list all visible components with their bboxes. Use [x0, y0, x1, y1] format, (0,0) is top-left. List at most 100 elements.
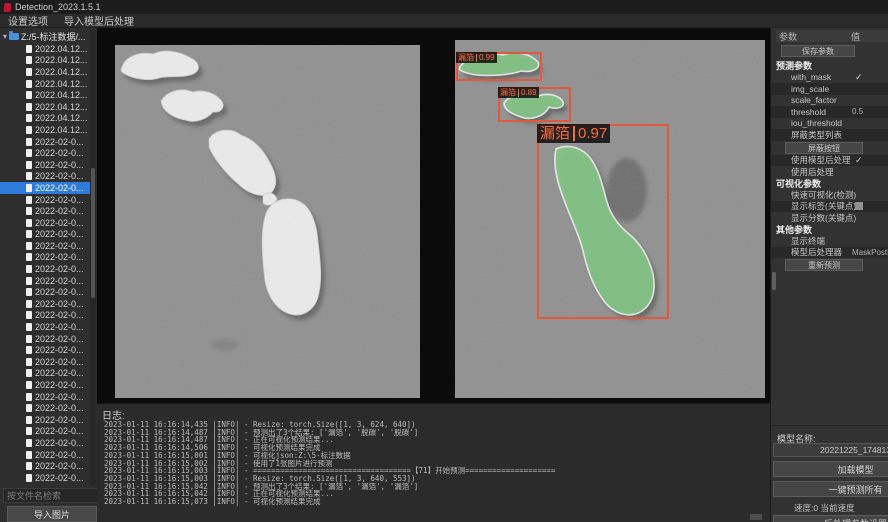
param-row[interactable]: 显示终端: [771, 235, 888, 247]
file-icon: [26, 369, 32, 377]
log-output[interactable]: 2023-01-11 16:16:14,435 |INFO| - Resize:…: [104, 421, 764, 516]
tree-item[interactable]: 2022-02-0...: [0, 217, 90, 229]
tree-item[interactable]: 2022-02-0...: [0, 194, 90, 206]
tree-item[interactable]: 2022-02-0...: [0, 437, 90, 449]
tree-item[interactable]: 2022.04.12...: [0, 55, 90, 67]
checkmark-icon[interactable]: ✓: [855, 156, 863, 165]
repredict-button[interactable]: 重新预测: [785, 259, 863, 271]
search-input[interactable]: [3, 488, 97, 503]
tree-scrollbar-thumb[interactable]: [91, 168, 95, 298]
model-name-field[interactable]: 20221225_174813: [773, 443, 888, 457]
file-icon: [26, 311, 32, 319]
detection-label-1: 漏箔0.99: [456, 52, 497, 63]
tree-item-label: 2022-02-0...: [35, 264, 84, 274]
tree-item[interactable]: 2022-02-0...: [0, 321, 90, 333]
tree-item[interactable]: 2022-02-0...: [0, 391, 90, 403]
tree-item[interactable]: 2022.04.12...: [0, 43, 90, 55]
tree-item[interactable]: 2022-02-0...: [0, 171, 90, 183]
detection-class: 漏箔: [500, 87, 516, 98]
tree-item[interactable]: 2022-02-0...: [0, 449, 90, 461]
file-icon: [26, 45, 32, 53]
label-divider: [476, 54, 477, 62]
file-icon: [26, 300, 32, 308]
tree-item-label: 2022-02-0...: [35, 415, 84, 425]
tree-item[interactable]: 2022-02-0...: [0, 333, 90, 345]
tree-item-label: 2022.04.12...: [35, 55, 88, 65]
tree-item[interactable]: 2022-02-0...: [0, 460, 90, 472]
postprocess-params-button[interactable]: 后处理参数设置: [773, 515, 888, 522]
tree-item-label: 2022-02-0...: [35, 392, 84, 402]
tree-item[interactable]: 2022-02-0...: [0, 240, 90, 252]
folder-icon: [9, 33, 19, 40]
param-row[interactable]: img_scale: [771, 83, 888, 95]
tree-item[interactable]: 2022-02-0...: [0, 414, 90, 426]
file-tree: ▾ Z:/5-标注数据/... 2022.04.12...2022.04.12.…: [0, 30, 90, 488]
tree-item-label: 2022.04.12...: [35, 44, 88, 54]
tree-item[interactable]: 2022.04.12...: [0, 101, 90, 113]
tree-item[interactable]: 2022-02-0...: [0, 229, 90, 241]
param-label: 快速可视化(检测): [791, 189, 856, 201]
tree-item[interactable]: 2022-02-0...: [0, 310, 90, 322]
tree-item[interactable]: 2022-02-0...: [0, 368, 90, 380]
tree-item[interactable]: 2022-02-0...: [0, 159, 90, 171]
save-params-button[interactable]: 保存参数: [781, 45, 855, 57]
tree-item[interactable]: 2022.04.12...: [0, 89, 90, 101]
param-row[interactable]: with_mask✓: [771, 72, 888, 84]
tree-item-label: 2022.04.12...: [35, 113, 88, 123]
tree-item[interactable]: 2022-02-0...: [0, 275, 90, 287]
tree-item[interactable]: 2022-02-0...: [0, 298, 90, 310]
param-label: 模型后处理器: [791, 246, 842, 258]
tree-item[interactable]: 2022-02-0...: [0, 379, 90, 391]
tree-item[interactable]: 2022.04.12...: [0, 78, 90, 90]
raw-image-panel: [115, 45, 420, 398]
checkmark-icon[interactable]: ✓: [855, 73, 863, 82]
tree-item-label: 2022-02-0...: [35, 276, 84, 286]
param-row[interactable]: 快速可视化(检测): [771, 189, 888, 201]
tree-item[interactable]: 2022-02-0...: [0, 205, 90, 217]
tree-item-label: 2022-02-0...: [35, 160, 84, 170]
file-icon: [26, 451, 32, 459]
detection-score: 0.99: [479, 52, 495, 63]
param-row[interactable]: 屏蔽类型列表: [771, 129, 888, 141]
tree-item-selected[interactable]: 2022-02-0...: [0, 182, 90, 194]
tree-item[interactable]: 2022-02-0...: [0, 356, 90, 368]
log-horizontal-scrollbar[interactable]: [750, 514, 762, 520]
tree-item[interactable]: 2022-02-0...: [0, 136, 90, 148]
tree-item[interactable]: 2022-02-0...: [0, 286, 90, 298]
param-row[interactable]: 模型后处理器 MaskPostPro: [771, 247, 888, 259]
tree-item[interactable]: 2022-02-0...: [0, 252, 90, 264]
file-icon: [26, 404, 32, 412]
menu-item-import-postprocess[interactable]: 导入模型后处理: [64, 13, 134, 28]
param-label: img_scale: [791, 84, 829, 94]
load-model-button[interactable]: 加载模型: [773, 461, 888, 477]
tree-item[interactable]: 2022.04.12...: [0, 113, 90, 125]
param-value[interactable]: 0.5: [852, 107, 863, 116]
param-row[interactable]: 显示标签(关键点): [771, 201, 888, 213]
param-label: 屏蔽类型列表: [791, 129, 842, 141]
checkbox-unchecked[interactable]: [855, 202, 863, 210]
param-row[interactable]: scale_factor: [771, 95, 888, 107]
tree-item[interactable]: 2022-02-0...: [0, 426, 90, 438]
param-row[interactable]: threshold0.5: [771, 106, 888, 118]
tree-expand-arrow-icon[interactable]: ▾: [3, 33, 7, 41]
shield-button[interactable]: 屏蔽按钮: [785, 142, 863, 154]
param-value[interactable]: MaskPostPro: [852, 248, 888, 257]
tree-item[interactable]: 2022-02-0...: [0, 263, 90, 275]
file-icon: [26, 230, 32, 238]
param-section-header: 可视化参数: [771, 178, 888, 190]
tree-item[interactable]: 2022.04.12...: [0, 124, 90, 136]
tree-item-label: 2022-02-0...: [35, 334, 84, 344]
tree-item[interactable]: 2022.04.12...: [0, 66, 90, 78]
tree-root-folder[interactable]: ▾ Z:/5-标注数据/...: [0, 30, 90, 43]
predict-all-button[interactable]: 一键预测所有: [773, 481, 888, 497]
parameter-scrollbar-thumb[interactable]: [772, 272, 776, 290]
tree-item[interactable]: 2022-02-0...: [0, 472, 90, 484]
tree-item[interactable]: 2022-02-0...: [0, 147, 90, 159]
tree-item[interactable]: 2022-02-0...: [0, 402, 90, 414]
menu-item-settings[interactable]: 设置选项: [8, 13, 48, 28]
import-images-button[interactable]: 导入图片: [7, 506, 97, 522]
param-row[interactable]: iou_threshold: [771, 118, 888, 130]
tree-item[interactable]: 2022-02-0...: [0, 344, 90, 356]
tree-scrollbar[interactable]: [90, 30, 96, 486]
param-row[interactable]: 使用模型后处理✓: [771, 155, 888, 167]
